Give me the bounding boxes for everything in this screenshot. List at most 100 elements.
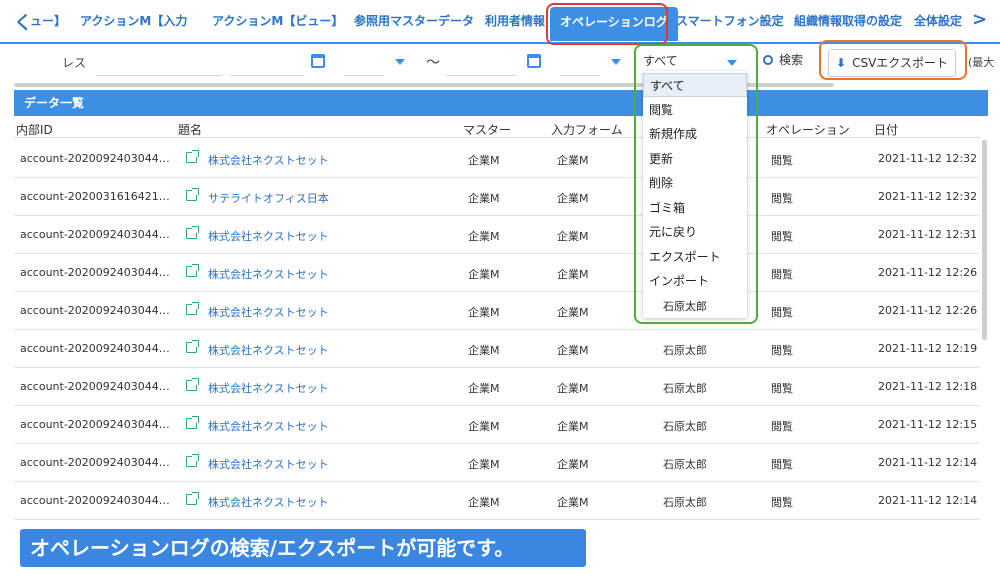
header-title[interactable]: 題名 (178, 121, 202, 138)
row-form: 企業M (557, 230, 589, 243)
calendar-icon[interactable] (527, 54, 541, 68)
table-row[interactable]: account-20200924030442… 株式会社ネクストセット 企業M … (14, 292, 980, 330)
search-button-label: 検索 (779, 53, 804, 67)
external-link-icon[interactable] (186, 226, 199, 239)
row-title-link[interactable]: 株式会社ネクストセット (208, 494, 329, 510)
table-row[interactable]: account-20200924030442… 株式会社ネクストセット 企業M … (14, 368, 980, 406)
external-link-icon[interactable] (186, 150, 199, 163)
external-link-icon[interactable] (186, 264, 199, 277)
row-title-link[interactable]: サテライトオフィス日本 (208, 190, 329, 206)
tab-global-settings[interactable]: 全体設定 (914, 12, 962, 29)
tab-next-icon[interactable]: > (972, 9, 987, 30)
row-master: 企業M (468, 458, 500, 471)
tab-menu[interactable]: ュー】 (30, 12, 66, 29)
chevron-down-icon[interactable] (395, 59, 405, 65)
row-master: 企業M (468, 496, 500, 509)
row-operation: 閲覧 (771, 458, 793, 471)
tab-user-info[interactable]: 利用者情報 (485, 12, 545, 29)
row-master: 企業M (468, 344, 500, 357)
row-id: account-20200924030442… (20, 266, 172, 279)
tab-org-info-settings[interactable]: 組織情報取得の設定 (794, 12, 902, 29)
row-title-link[interactable]: 株式会社ネクストセット (208, 418, 329, 434)
date-to-input[interactable] (446, 54, 516, 76)
row-user: 石原太郎 (663, 344, 707, 357)
table-row[interactable]: account-20200924030442… 株式会社ネクストセット 企業M … (14, 330, 980, 368)
row-title-link[interactable]: 株式会社ネクストセット (208, 342, 329, 358)
external-link-icon[interactable] (186, 188, 199, 201)
row-date: 2021-11-12 12:26 (878, 304, 978, 317)
date-from-input[interactable] (230, 54, 304, 76)
search-icon (763, 55, 773, 65)
max-note: (最大 (968, 56, 995, 69)
external-link-icon[interactable] (186, 416, 199, 429)
row-title-link[interactable]: 株式会社ネクストセット (208, 152, 329, 168)
row-master: 企業M (468, 268, 500, 281)
row-operation: 閲覧 (771, 306, 793, 319)
time-to-select[interactable] (560, 54, 600, 76)
row-form: 企業M (557, 192, 589, 205)
row-user: 石原太郎 (663, 458, 707, 471)
external-link-icon[interactable] (186, 492, 199, 505)
row-master: 企業M (468, 154, 500, 167)
row-title-link[interactable]: 株式会社ネクストセット (208, 304, 329, 320)
header-id[interactable]: 内部ID (16, 121, 53, 138)
table-row[interactable]: account-20200924030442… 株式会社ネクストセット 企業M … (14, 254, 980, 292)
row-date: 2021-11-12 12:32 (878, 190, 978, 203)
tab-smartphone-settings[interactable]: スマートフォン設定 (676, 12, 784, 29)
row-form: 企業M (557, 344, 589, 357)
tab-action-input[interactable]: アクションM【入力 (80, 12, 187, 29)
table-header: 内部ID 題名 マスター 入力フォーム オペレーション 日付 (14, 118, 980, 138)
row-operation: 閲覧 (771, 420, 793, 433)
row-user: 石原太郎 (663, 382, 707, 395)
row-form: 企業M (557, 458, 589, 471)
caption-banner: オペレーションログの検索/エクスポートが可能です。 (20, 529, 586, 567)
row-date: 2021-11-12 12:14 (878, 494, 978, 507)
highlight-csv-export (819, 40, 967, 80)
row-date: 2021-11-12 12:15 (878, 418, 978, 431)
external-link-icon[interactable] (186, 302, 199, 315)
search-button[interactable]: 検索 (763, 51, 803, 68)
tab-reference-master[interactable]: 参照用マスターデータ (354, 12, 474, 29)
row-id: account-20200924030442… (20, 418, 172, 431)
filter-text-input[interactable] (96, 54, 222, 76)
time-from-select[interactable] (344, 54, 384, 76)
header-form[interactable]: 入力フォーム (551, 121, 623, 138)
row-title-link[interactable]: 株式会社ネクストセット (208, 380, 329, 396)
row-title-link[interactable]: 株式会社ネクストセット (208, 456, 329, 472)
row-master: 企業M (468, 306, 500, 319)
external-link-icon[interactable] (186, 378, 199, 391)
row-master: 企業M (468, 382, 500, 395)
row-date: 2021-11-12 12:18 (878, 380, 978, 393)
vertical-scrollbar[interactable] (982, 140, 987, 340)
calendar-icon[interactable] (311, 54, 325, 68)
table-row[interactable]: account-20200924030442… 株式会社ネクストセット 企業M … (14, 140, 980, 178)
table-row[interactable]: account-20200924030442… 株式会社ネクストセット 企業M … (14, 444, 980, 482)
table-row[interactable]: account-20200924030442… 株式会社ネクストセット 企業M … (14, 482, 980, 520)
table-row[interactable]: account-20200924030442… 株式会社ネクストセット 企業M … (14, 406, 980, 444)
tab-action-view[interactable]: アクションM【ビュー】 (212, 12, 343, 29)
row-form: 企業M (557, 154, 589, 167)
external-link-icon[interactable] (186, 454, 199, 467)
section-header: データ一覧 (14, 90, 988, 116)
table-row[interactable]: account-20200316164212… サテライトオフィス日本 企業M … (14, 178, 980, 216)
header-date[interactable]: 日付 (874, 121, 898, 138)
row-form: 企業M (557, 496, 589, 509)
chevron-down-icon[interactable] (611, 59, 621, 65)
row-date: 2021-11-12 12:26 (878, 266, 978, 279)
external-link-icon[interactable] (186, 340, 199, 353)
row-title-link[interactable]: 株式会社ネクストセット (208, 228, 329, 244)
row-id: account-20200924030442… (20, 456, 172, 469)
row-master: 企業M (468, 230, 500, 243)
row-master: 企業M (468, 420, 500, 433)
row-master: 企業M (468, 192, 500, 205)
row-title-link[interactable]: 株式会社ネクストセット (208, 266, 329, 282)
header-master[interactable]: マスター (463, 121, 511, 138)
table-row[interactable]: account-20200924030442… 株式会社ネクストセット 企業M … (14, 216, 980, 254)
row-operation: 閲覧 (771, 268, 793, 281)
header-operation[interactable]: オペレーション (766, 121, 850, 138)
row-id: account-20200924030442… (20, 494, 172, 507)
range-separator: 〜 (426, 55, 440, 71)
row-form: 企業M (557, 268, 589, 281)
row-operation: 閲覧 (771, 496, 793, 509)
row-form: 企業M (557, 382, 589, 395)
